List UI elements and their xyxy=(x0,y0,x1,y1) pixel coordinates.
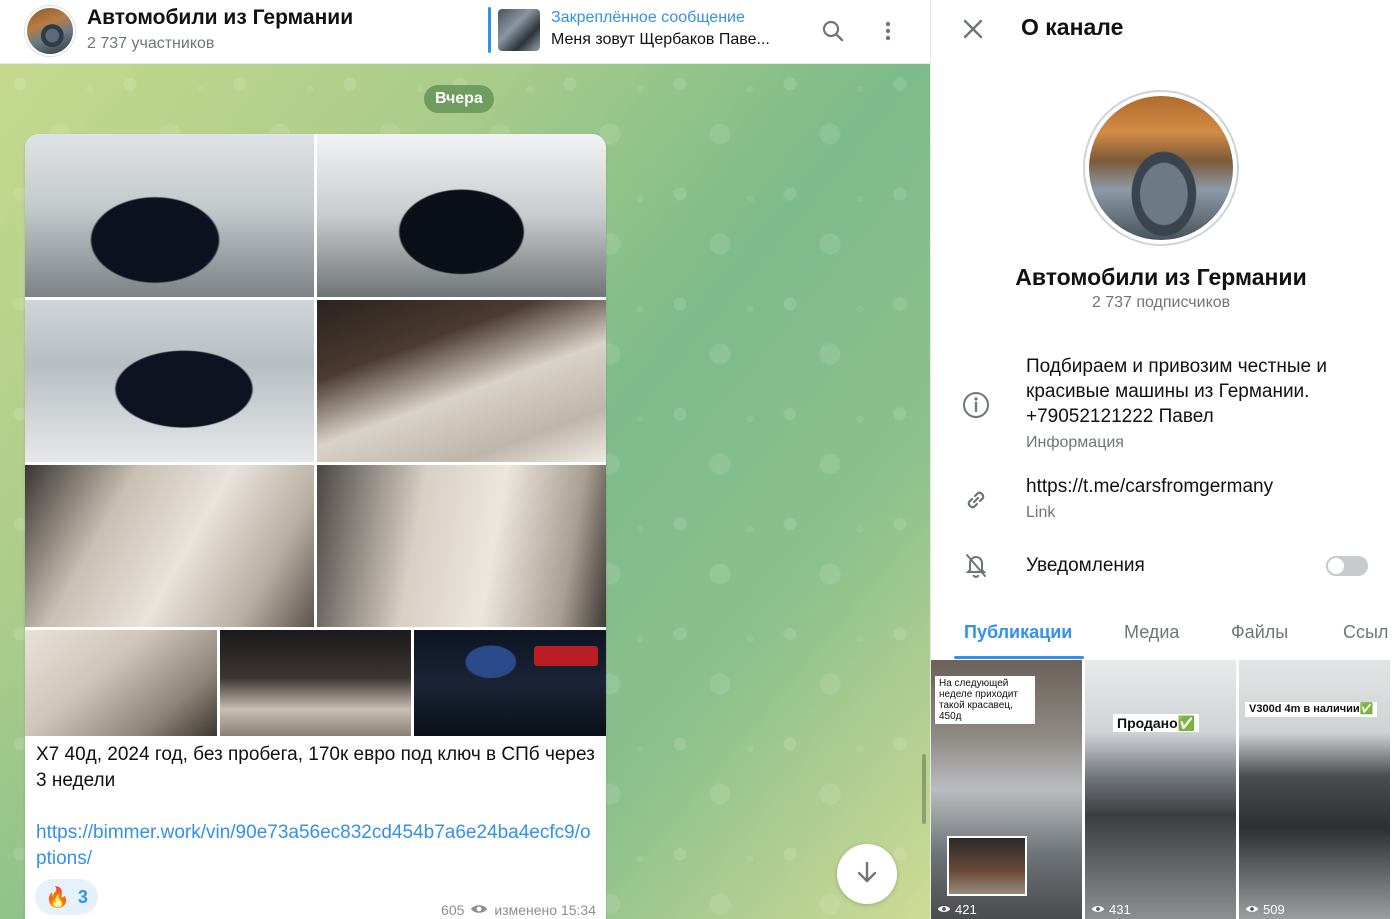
reaction-count: 3 xyxy=(77,886,88,907)
scroll-down-button[interactable] xyxy=(837,844,897,904)
tile-view-count: 421 xyxy=(955,902,977,917)
tile-inset-photo xyxy=(947,836,1027,896)
dashboard-warning xyxy=(534,646,598,666)
chat-header[interactable]: Автомобили из Германии 2 737 участников … xyxy=(0,0,930,64)
tile-views: 509 xyxy=(1245,902,1285,917)
search-icon[interactable] xyxy=(816,14,850,48)
album-photo[interactable] xyxy=(317,134,606,297)
tile-caption: V300d 4m в наличии✅ xyxy=(1245,702,1378,717)
media-tabs: Публикации Медиа Файлы Ссыл xyxy=(931,612,1393,660)
chat-area: Автомобили из Германии 2 737 участников … xyxy=(0,0,930,919)
message-link[interactable]: https://bimmer.work/vin/90e73a56ec832cd4… xyxy=(36,820,596,872)
channel-title[interactable]: Автомобили из Германии xyxy=(87,6,353,30)
eye-icon xyxy=(1245,902,1259,917)
more-vertical-icon[interactable] xyxy=(871,14,905,48)
pinned-indicator xyxy=(488,7,491,53)
arrow-down-icon xyxy=(854,859,880,890)
edited-time: изменено 15:34 xyxy=(494,902,596,918)
date-separator: Вчера xyxy=(424,85,494,113)
message-text: X7 40д, 2024 год, без пробега, 170к евро… xyxy=(36,744,595,791)
album-photo[interactable] xyxy=(25,134,314,297)
tab-publications[interactable]: Публикации xyxy=(964,622,1072,643)
channel-link[interactable]: https://t.me/carsfromgermany xyxy=(1026,474,1366,499)
info-icon xyxy=(959,388,993,422)
view-count: 605 xyxy=(441,902,465,918)
tile-caption: Продано✅ xyxy=(1113,714,1200,732)
publication-tile[interactable]: V300d 4m в наличии✅ 509 xyxy=(1239,660,1390,919)
publication-tile[interactable]: Продано✅ 431 xyxy=(1085,660,1236,919)
album-photo[interactable] xyxy=(25,630,217,736)
eye-icon xyxy=(937,902,951,917)
tile-views: 431 xyxy=(1091,902,1131,917)
album-photo[interactable] xyxy=(317,300,606,462)
fire-icon: 🔥 xyxy=(45,886,70,909)
link-icon xyxy=(959,483,993,517)
pinned-message[interactable]: Закреплённое сообщение Меня зовут Щербак… xyxy=(488,7,798,53)
publication-tile[interactable]: На следующей неделе приходит такой краса… xyxy=(931,660,1082,919)
album-photo[interactable] xyxy=(25,465,314,627)
pinned-label: Закреплённое сообщение xyxy=(551,9,745,26)
tile-view-count: 431 xyxy=(1109,902,1131,917)
channel-avatar-large[interactable] xyxy=(1089,96,1233,240)
reaction-chip[interactable]: 🔥 3 xyxy=(35,879,98,915)
album-photo[interactable] xyxy=(414,630,606,736)
channel-members-count: 2 737 участников xyxy=(87,35,215,52)
pinned-thumbnail xyxy=(498,9,540,51)
notifications-label: Уведомления xyxy=(1026,555,1145,576)
tab-links[interactable]: Ссыл xyxy=(1343,622,1388,643)
description-label: Информация xyxy=(1026,434,1124,451)
tile-views: 421 xyxy=(937,902,977,917)
tab-files[interactable]: Файлы xyxy=(1231,622,1288,643)
channel-description: Подбираем и привозим честные и красивые … xyxy=(1026,356,1327,427)
subscriber-count: 2 737 подписчиков xyxy=(1091,294,1231,311)
chat-background: Вчера X7 40д, 2024 год, без пробега, 170… xyxy=(0,64,930,919)
tile-caption: На следующей неделе приходит такой краса… xyxy=(935,676,1035,724)
panel-title: О канале xyxy=(1021,14,1124,40)
message-bubble[interactable]: X7 40д, 2024 год, без пробега, 170к евро… xyxy=(25,134,606,919)
pinned-text: Меня зовут Щербаков Паве... xyxy=(551,31,770,48)
eye-icon xyxy=(470,902,488,918)
bell-muted-icon xyxy=(959,548,993,582)
album-photo[interactable] xyxy=(220,630,411,736)
tab-media[interactable]: Медиа xyxy=(1124,622,1179,643)
publications-grid: На следующей неделе приходит такой краса… xyxy=(931,660,1393,919)
link-label: Link xyxy=(1026,504,1056,521)
tile-view-count: 509 xyxy=(1263,902,1285,917)
channel-name: Автомобили из Германии xyxy=(1015,264,1307,290)
message-meta: 605 изменено 15:34 xyxy=(441,902,596,918)
channel-avatar[interactable] xyxy=(25,6,75,56)
album-photo[interactable] xyxy=(317,465,606,627)
chat-scrollbar[interactable] xyxy=(922,754,926,824)
notifications-toggle[interactable] xyxy=(1326,556,1368,576)
close-icon[interactable] xyxy=(956,12,990,46)
active-tab-indicator xyxy=(954,656,1084,659)
eye-icon xyxy=(1091,902,1105,917)
channel-info-panel: О канале Автомобили из Германии 2 737 по… xyxy=(930,0,1393,919)
album-photo[interactable] xyxy=(25,300,314,462)
